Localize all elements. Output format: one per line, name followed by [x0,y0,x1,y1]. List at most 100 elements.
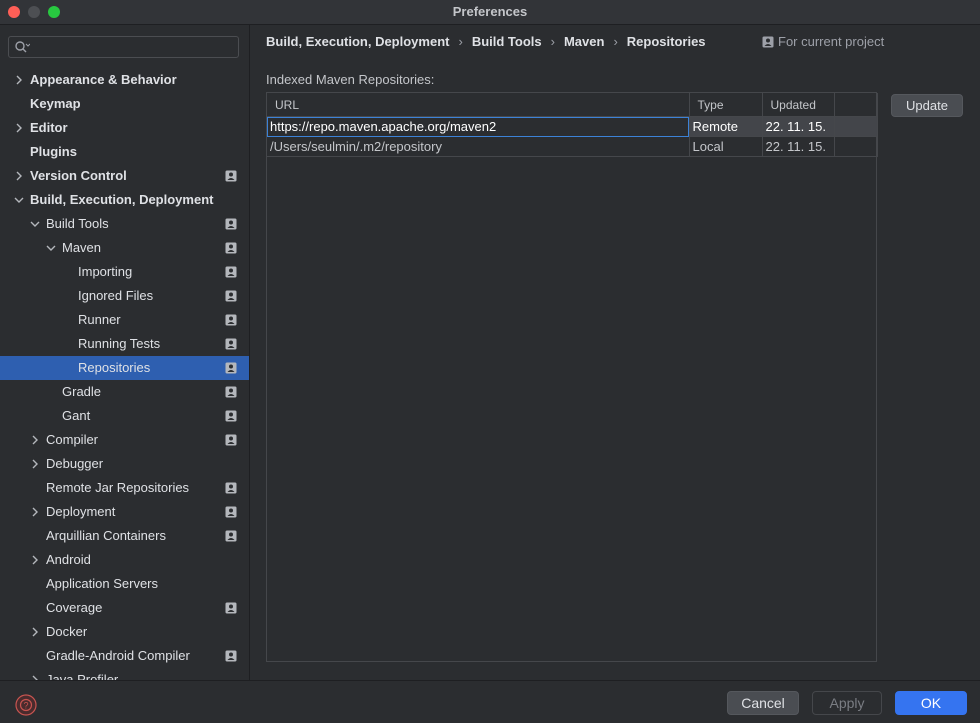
help-icon[interactable]: ? [15,694,37,716]
ok-button[interactable]: OK [895,691,967,715]
search-icon [15,41,30,53]
repositories-table: URL Type Updated https://repo.maven.apac… [266,92,878,662]
sidebar-item-label: Plugins [30,144,77,159]
project-scope-icon [225,482,237,494]
settings-tree: Appearance & Behavior Keymap Editor Plugins… [0,68,249,680]
chevron-right-icon[interactable] [30,627,40,637]
sidebar-item-label: Compiler [46,432,99,447]
sidebar-item-remote-jar-repositories[interactable]: Remote Jar Repositories [0,476,249,500]
sidebar-item-gradle[interactable]: Gradle [0,380,249,404]
chevron-right-icon[interactable] [14,75,24,85]
chevron-right-icon[interactable] [30,555,40,565]
breadcrumb-separator: › [613,34,618,49]
sidebar-item-docker[interactable]: Docker [0,620,249,644]
sidebar-item-debugger[interactable]: Debugger [0,452,249,476]
sidebar-item-label: Deployment [46,504,116,519]
project-scope-icon [225,410,237,422]
sidebar-item-android[interactable]: Android [0,548,249,572]
sidebar-item-gradle-android-compiler[interactable]: Gradle-Android Compiler [0,644,249,668]
sidebar-item-repositories[interactable]: Repositories [0,356,249,380]
sidebar-item-label: Running Tests [78,336,161,351]
sidebar-item-coverage[interactable]: Coverage [0,596,249,620]
project-scope-icon [225,338,237,350]
sidebar-item-label: Maven [62,240,102,255]
sidebar-item-running-tests[interactable]: Running Tests [0,332,249,356]
sidebar-item-label: Keymap [30,96,81,111]
project-scope-icon [225,530,237,542]
breadcrumb: Build, Execution, Deployment › Build Tools… [266,34,706,52]
sidebar-item-java-profiler[interactable]: Java Profiler [0,668,249,680]
sidebar-item-application-servers[interactable]: Application Servers [0,572,249,596]
sidebar-item-appearance-behavior[interactable]: Appearance & Behavior [0,68,249,92]
apply-button[interactable]: Apply [812,691,882,715]
breadcrumb-item[interactable]: Repositories [627,34,706,49]
sidebar-item-deployment[interactable]: Deployment [0,500,249,524]
sidebar-item-label: Remote Jar Repositories [46,480,190,495]
sidebar-item-version-control[interactable]: Version Control [0,164,249,188]
search-input[interactable] [33,38,237,58]
sidebar-item-arquillian-containers[interactable]: Arquillian Containers [0,524,249,548]
sidebar-item-label: Version Control [30,168,127,183]
project-scope-icon [225,314,237,326]
sidebar-item-label: Importing [78,264,133,279]
table-row[interactable]: /Users/seulmin/.m2/repository Local 22. … [267,136,878,157]
sidebar-item-runner[interactable]: Runner [0,308,249,332]
repo-extra [834,116,878,137]
sidebar-item-label: Runner [78,312,121,327]
sidebar-item-plugins[interactable]: Plugins [0,140,249,164]
breadcrumb-item[interactable]: Maven [564,34,604,49]
column-header-extra[interactable] [834,93,878,117]
sidebar-item-build-execution-deployment[interactable]: Build, Execution, Deployment [0,188,249,212]
project-scope-icon [762,36,774,48]
table-header-row: URL Type Updated [267,93,878,117]
settings-sidebar: Appearance & Behavior Keymap Editor Plugins… [0,25,250,680]
sidebar-item-label: Gradle [62,384,102,399]
sidebar-item-label: Arquillian Containers [46,528,166,543]
sidebar-item-gant[interactable]: Gant [0,404,249,428]
chevron-down-icon[interactable] [30,219,40,229]
sidebar-item-keymap[interactable]: Keymap [0,92,249,116]
column-header-url[interactable]: URL [267,93,690,117]
sidebar-item-label: Android [46,552,91,567]
update-button[interactable]: Update [891,94,963,117]
sidebar-item-build-tools[interactable]: Build Tools [0,212,249,236]
settings-search[interactable] [8,36,239,58]
chevron-down-icon[interactable] [46,243,56,253]
column-header-updated[interactable]: Updated [762,93,835,117]
chevron-down-icon[interactable] [14,195,24,205]
sidebar-item-label: Build, Execution, Deployment [30,192,214,207]
repo-extra [834,136,878,157]
sidebar-item-importing[interactable]: Importing [0,260,249,284]
repo-url[interactable]: /Users/seulmin/.m2/repository [267,136,690,157]
sidebar-item-label: Gant [62,408,91,423]
sidebar-item-label: Repositories [78,360,151,375]
chevron-right-icon[interactable] [14,171,24,181]
scope-label-text: For current project [778,34,885,49]
dialog-footer: ? Cancel Apply OK [0,680,980,723]
sidebar-item-maven[interactable]: Maven [0,236,249,260]
project-scope-icon [225,602,237,614]
repo-url[interactable]: https://repo.maven.apache.org/maven2 [267,116,690,137]
project-scope-icon [225,434,237,446]
chevron-right-icon[interactable] [30,435,40,445]
sidebar-item-ignored-files[interactable]: Ignored Files [0,284,249,308]
chevron-right-icon[interactable] [14,123,24,133]
table-row[interactable]: https://repo.maven.apache.org/maven2 Rem… [267,116,878,137]
cancel-button[interactable]: Cancel [727,691,799,715]
sidebar-item-label: Gradle-Android Compiler [46,648,190,663]
title-bar: Preferences [0,0,980,25]
repo-type: Local [689,136,763,157]
column-header-type[interactable]: Type [689,93,763,117]
sidebar-item-label: Appearance & Behavior [30,72,177,87]
project-scope-icon [225,242,237,254]
breadcrumb-item[interactable]: Build Tools [472,34,542,49]
window-title: Preferences [452,4,528,19]
project-scope-icon [225,218,237,230]
chevron-right-icon[interactable] [30,507,40,517]
project-scope-icon [225,266,237,278]
sidebar-item-compiler[interactable]: Compiler [0,428,249,452]
sidebar-item-editor[interactable]: Editor [0,116,249,140]
chevron-right-icon[interactable] [30,459,40,469]
breadcrumb-item[interactable]: Build, Execution, Deployment [266,34,449,49]
project-scope-icon [225,362,237,374]
